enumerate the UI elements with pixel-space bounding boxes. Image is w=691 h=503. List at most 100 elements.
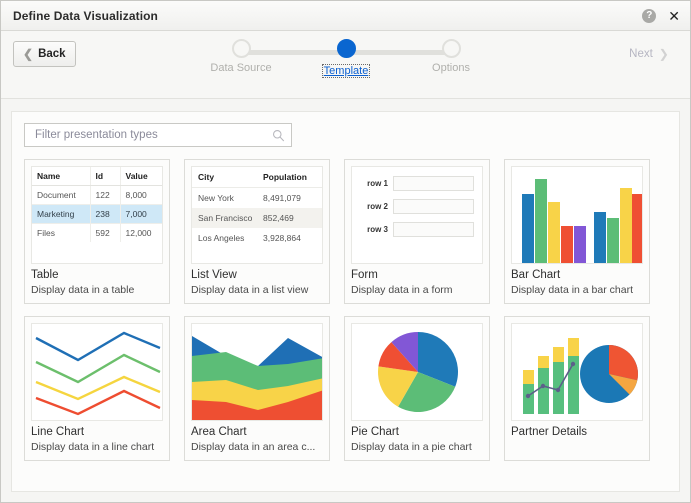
stacked-bars: [523, 338, 579, 414]
preview-table: Name Id Value Document 122 8,000 Marketi…: [32, 167, 162, 242]
template-description: Display data in a form: [351, 284, 453, 296]
table-header-row: Name Id Value: [32, 167, 162, 186]
template-card-bar-chart[interactable]: Bar Chart Display data in a bar chart: [504, 159, 650, 304]
table-cell: 7,000: [119, 204, 162, 224]
template-card-table[interactable]: Name Id Value Document 122 8,000 Marketi…: [24, 159, 170, 304]
template-card-form[interactable]: row 1 row 2 row 3 Form Display data in a…: [344, 159, 490, 304]
form-preview: row 1 row 2 row 3: [351, 166, 483, 264]
step-dot-template: [336, 39, 356, 58]
list-cell: 852,469: [257, 208, 322, 228]
next-button[interactable]: Next ❯: [620, 41, 678, 67]
chevron-left-icon: ❮: [23, 47, 34, 61]
table-cell: 238: [89, 204, 120, 224]
form-row-input[interactable]: [393, 176, 474, 191]
template-title: Area Chart: [191, 426, 247, 438]
template-card-list-view[interactable]: City Population New York 8,491,079 San F…: [184, 159, 330, 304]
form-row: row 1: [360, 176, 474, 191]
table-cell: Document: [32, 185, 90, 205]
form-rows: row 1 row 2 row 3: [352, 167, 482, 246]
list-preview: City Population New York 8,491,079 San F…: [191, 166, 323, 264]
list-cell: 3,928,864: [263, 233, 301, 243]
search-input[interactable]: [33, 128, 272, 142]
template-description: Display data in an area c...: [191, 441, 316, 453]
template-card-area-chart[interactable]: Area Chart Display data in an area c...: [184, 316, 330, 461]
list-cell: 8,491,079: [263, 193, 301, 203]
search-icon: [273, 129, 285, 141]
table-cell: 592: [89, 223, 120, 242]
template-card-line-chart[interactable]: Line Chart Display data in a line chart: [24, 316, 170, 461]
filter-box[interactable]: [24, 123, 292, 147]
wizard-step-data-source[interactable]: Data Source: [201, 39, 281, 76]
table-cell: Marketing: [32, 204, 90, 224]
form-row: row 3: [360, 222, 474, 237]
template-title: List View: [191, 269, 237, 281]
preview-list: City Population New York 8,491,079 San F…: [192, 167, 322, 248]
list-header-row: City Population: [192, 167, 322, 188]
back-button-label: Back: [38, 48, 66, 60]
wizard-step-label-data-source: Data Source: [210, 62, 272, 74]
template-chooser-panel: Name Id Value Document 122 8,000 Marketi…: [11, 111, 680, 492]
form-row-input[interactable]: [393, 199, 474, 214]
template-grid: Name Id Value Document 122 8,000 Marketi…: [24, 159, 667, 461]
form-row-label: row 1: [367, 179, 388, 188]
step-dot-options: [441, 39, 461, 58]
line-chart-svg: [35, 331, 161, 416]
table-cell: 12,000: [119, 223, 162, 242]
wizard-step-options[interactable]: Options: [411, 39, 491, 76]
line-chart-preview: [31, 323, 163, 421]
template-title: Form: [351, 269, 378, 281]
wizard-header: ❮ Back Data Source Template Options Next…: [1, 31, 690, 99]
table-row: Document 122 8,000: [32, 185, 162, 205]
area-chart-preview: [191, 323, 323, 421]
template-description: Display data in a list view: [191, 284, 309, 296]
template-description: Display data in a table: [31, 284, 135, 296]
table-cell: 122: [89, 185, 120, 205]
partner-details-preview: [511, 323, 643, 421]
titlebar-actions: ? ✕: [642, 8, 680, 23]
combo-chart-svg: [523, 338, 638, 414]
bar-chart-preview: [511, 166, 643, 264]
wizard-steps: Data Source Template Options: [201, 39, 491, 95]
step-dot-data-source: [231, 39, 251, 58]
table-cell: 8,000: [119, 185, 162, 205]
template-card-partner-details[interactable]: Partner Details: [504, 316, 650, 461]
list-col-population: Population: [257, 167, 322, 188]
list-cell: New York: [198, 193, 234, 203]
combo-pie: [580, 345, 638, 403]
table-col-value: Value: [119, 167, 162, 186]
filter-row: [24, 123, 667, 147]
template-title: Table: [31, 269, 59, 281]
chevron-right-icon: ❯: [658, 47, 669, 61]
pie-chart-svg: [378, 332, 458, 413]
template-title: Line Chart: [31, 426, 85, 438]
wizard-step-label-options: Options: [432, 62, 470, 74]
list-cell: Los Angeles: [198, 233, 245, 243]
list-item: Los Angeles 3,928,864: [192, 228, 322, 248]
template-title: Bar Chart: [511, 269, 561, 281]
bar-chart-svg-overlay: [620, 188, 642, 263]
template-description: Display data in a pie chart: [351, 441, 472, 453]
template-title: Pie Chart: [351, 426, 399, 438]
form-row-input[interactable]: [393, 222, 474, 237]
back-button[interactable]: ❮ Back: [13, 41, 76, 67]
pie-chart-preview: [351, 323, 483, 421]
template-card-pie-chart[interactable]: Pie Chart Display data in a pie chart: [344, 316, 490, 461]
list-item: San Francisco 852,469: [192, 208, 322, 228]
wizard-step-label-template: Template: [321, 64, 371, 78]
template-description: Display data in a bar chart: [511, 284, 633, 296]
table-row: Files 592 12,000: [32, 223, 162, 242]
list-col-city: City: [192, 167, 257, 188]
list-item: New York 8,491,079: [192, 188, 322, 209]
template-description: Display data in a line chart: [31, 441, 155, 453]
wizard-step-template[interactable]: Template: [306, 39, 386, 79]
close-icon[interactable]: ✕: [668, 9, 680, 23]
template-title: Partner Details: [511, 426, 588, 438]
help-circle-icon[interactable]: ?: [642, 8, 657, 23]
next-button-label: Next: [629, 48, 653, 60]
form-row-label: row 2: [367, 202, 388, 211]
dialog-body: Name Id Value Document 122 8,000 Marketi…: [1, 99, 690, 502]
dialog-titlebar: Define Data Visualization ? ✕: [1, 1, 690, 31]
table-preview: Name Id Value Document 122 8,000 Marketi…: [31, 166, 163, 264]
form-row: row 2: [360, 199, 474, 214]
table-col-name: Name: [32, 167, 90, 186]
